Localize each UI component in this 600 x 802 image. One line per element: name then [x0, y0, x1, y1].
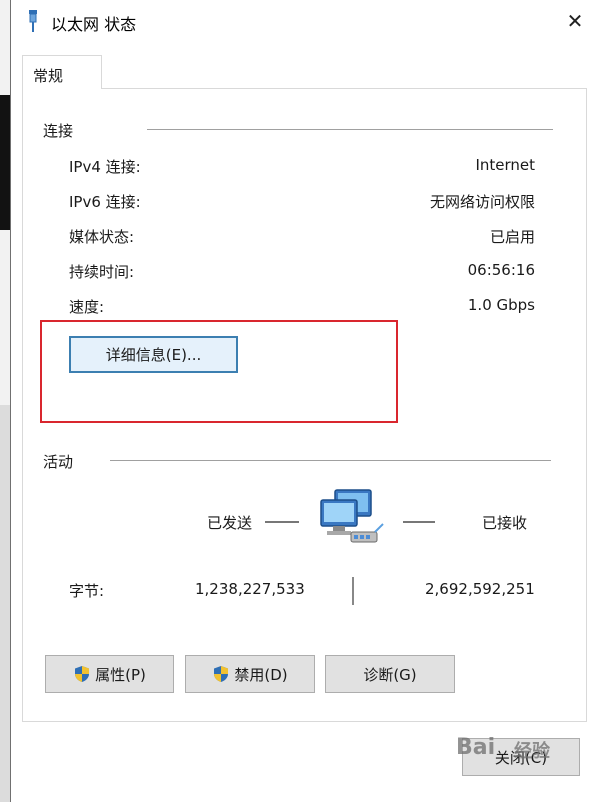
bytes-received-value: 2,692,592,251: [425, 580, 535, 598]
watermark-subtext: 经验: [514, 741, 550, 762]
duration-label: 持续时间:: [69, 263, 135, 281]
diagnose-button[interactable]: 诊断(G): [325, 655, 455, 693]
speed-label: 速度:: [69, 298, 105, 316]
title-bar[interactable]: 以太网 状态 ✕: [11, 0, 600, 44]
ipv6-label: IPv6 连接:: [69, 193, 141, 211]
ethernet-plug-icon: [29, 10, 37, 32]
ipv6-value: 无网络访问权限: [429, 193, 535, 211]
close-icon[interactable]: ✕: [562, 8, 588, 34]
received-dash: [403, 521, 435, 523]
diagnose-button-label: 诊断(G): [363, 665, 417, 684]
sent-dash: [265, 521, 299, 523]
ipv4-label: IPv4 连接:: [69, 158, 141, 176]
activity-group-title: 活动: [43, 453, 74, 471]
activity-separator: [352, 577, 354, 605]
shield-icon: [75, 666, 90, 682]
ethernet-status-dialog: 以太网 状态 ✕ 常规 连接 IPv4 连接: Internet IPv6 连接…: [10, 0, 600, 802]
connection-group-title: 连接: [43, 122, 74, 140]
window-title: 以太网 状态: [51, 15, 137, 34]
bytes-sent-value: 1,238,227,533: [195, 580, 305, 598]
bytes-label: 字节:: [69, 582, 105, 600]
network-computers-icon: [320, 489, 384, 543]
received-label: 已接收: [482, 514, 528, 532]
properties-button-label: 属性(P): [95, 665, 146, 684]
media-state-label: 媒体状态:: [69, 228, 135, 246]
media-state-value: 已启用: [489, 228, 535, 246]
sent-label: 已发送: [207, 514, 253, 532]
disable-button-label: 禁用(D): [234, 665, 288, 684]
ipv4-value: Internet: [475, 156, 535, 174]
activity-group-line: [110, 460, 551, 461]
shield-icon: [214, 666, 229, 682]
highlight-box: [40, 320, 398, 423]
duration-value: 06:56:16: [467, 261, 535, 279]
connection-group-line: [147, 129, 553, 130]
tab-general[interactable]: 常规: [22, 55, 102, 89]
baidu-watermark: Bai 经验: [456, 735, 596, 785]
watermark-text: Bai: [456, 735, 496, 760]
speed-value: 1.0 Gbps: [467, 296, 535, 314]
properties-button[interactable]: 属性(P): [45, 655, 174, 693]
disable-button[interactable]: 禁用(D): [185, 655, 315, 693]
